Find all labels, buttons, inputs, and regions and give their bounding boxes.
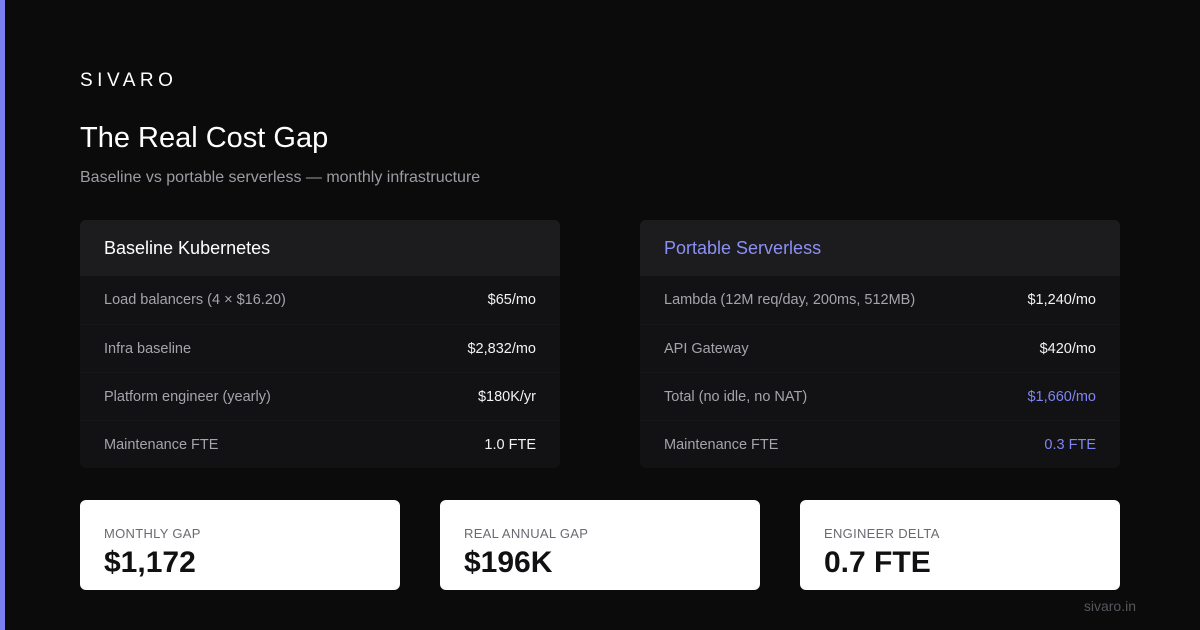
stat-value: 0.7 FTE xyxy=(824,546,931,579)
table-row: API Gateway $420/mo xyxy=(640,324,1120,372)
row-label: Maintenance FTE xyxy=(104,436,219,453)
portable-serverless-panel: Portable Serverless Lambda (12M req/day,… xyxy=(640,220,1120,468)
row-value-highlight: $1,660/mo xyxy=(1027,388,1096,405)
stat-label: ENGINEER DELTA xyxy=(824,526,940,541)
baseline-kubernetes-panel: Baseline Kubernetes Load balancers (4 × … xyxy=(80,220,560,468)
row-label: Maintenance FTE xyxy=(664,436,779,453)
row-label: Lambda (12M req/day, 200ms, 512MB) xyxy=(664,292,916,308)
engineer-delta-card: ENGINEER DELTA 0.7 FTE xyxy=(800,500,1120,590)
row-value: 1.0 FTE xyxy=(484,436,536,453)
footer-domain: sivaro.in xyxy=(1083,598,1136,614)
table-row: Load balancers (4 × $16.20) $65/mo xyxy=(80,276,560,324)
row-value: $2,832/mo xyxy=(467,340,536,357)
table-row: Maintenance FTE 1.0 FTE xyxy=(80,420,560,468)
monthly-gap-card: MONTHLY GAP $1,172 xyxy=(80,500,400,590)
row-value: $420/mo xyxy=(1039,340,1096,357)
panel-heading: Portable Serverless xyxy=(640,220,1120,276)
table-row: Infra baseline $2,832/mo xyxy=(80,324,560,372)
table-row: Lambda (12M req/day, 200ms, 512MB) $1,24… xyxy=(640,276,1120,324)
page-title: The Real Cost Gap xyxy=(80,122,329,154)
stat-value: $1,172 xyxy=(104,546,196,579)
row-label: Infra baseline xyxy=(104,340,192,357)
row-label: API Gateway xyxy=(664,340,749,357)
row-label: Total (no idle, no NAT) xyxy=(664,388,808,405)
brand-logo: SIVARO xyxy=(80,70,178,91)
table-row: Maintenance FTE 0.3 FTE xyxy=(640,420,1120,468)
row-value: $1,240/mo xyxy=(1027,292,1096,308)
accent-bar xyxy=(0,0,5,630)
row-label: Platform engineer (yearly) xyxy=(104,388,271,405)
row-label: Load balancers (4 × $16.20) xyxy=(104,292,286,308)
row-value: $65/mo xyxy=(487,292,536,308)
panel-heading: Baseline Kubernetes xyxy=(80,220,560,276)
page-subtitle: Baseline vs portable serverless — monthl… xyxy=(80,169,481,186)
row-value: $180K/yr xyxy=(477,388,536,405)
annual-gap-card: REAL ANNUAL GAP $196K xyxy=(440,500,760,590)
stat-label: MONTHLY GAP xyxy=(104,526,201,541)
row-value-highlight: 0.3 FTE xyxy=(1044,436,1096,453)
table-row: Platform engineer (yearly) $180K/yr xyxy=(80,372,560,420)
table-row: Total (no idle, no NAT) $1,660/mo xyxy=(640,372,1120,420)
stat-value: $196K xyxy=(464,546,553,579)
stat-label: REAL ANNUAL GAP xyxy=(464,526,589,541)
